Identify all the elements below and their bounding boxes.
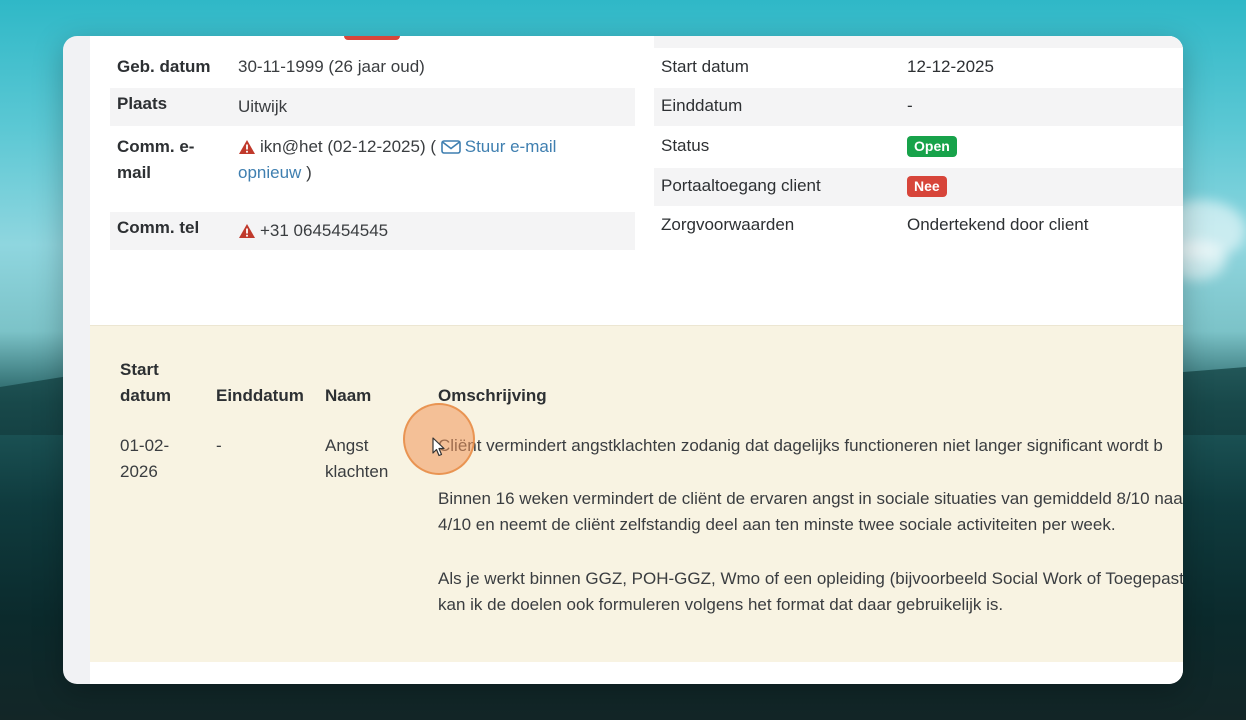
care-terms-label: Zorgvoorwaarden [661, 215, 795, 234]
end-date-value: - [907, 96, 913, 115]
trajectory-row-terms: Zorgvoorwaarden Ondertekend door client [654, 208, 1183, 246]
goal-description-p2-line2: 4/10 en neemt de cliënt zelfstandig deel… [438, 515, 1116, 534]
resend-email-line1: Stuur e-mail [464, 137, 557, 156]
phone-number: +31 0645454545 [260, 221, 389, 240]
birthdate-value: 30-11-1999 (26 jaar oud) [238, 57, 425, 76]
birthdate-label: Geb. datum [117, 57, 211, 76]
trajectory-row-start: Start datum 12-12-2025 [654, 54, 1183, 86]
warning-icon [239, 140, 255, 154]
mouse-pointer-icon [432, 437, 445, 457]
email-label-line2: mail [117, 163, 152, 182]
app-window: Geb. datum 30-11-1999 (26 jaar oud) Plaa… [63, 36, 1183, 684]
portal-access-label: Portaaltoegang client [661, 176, 821, 195]
status-label: Status [661, 136, 710, 155]
email-address: ikn@het (02-12-2025) ( [260, 137, 437, 156]
email-value: ikn@het (02-12-2025) ( Stuur e-mail opnie… [238, 134, 598, 186]
email-close-paren: ) [306, 163, 312, 182]
client-row-email: Comm. e- mail ikn@het (02-12-2025) ( Stu… [110, 130, 635, 206]
envelope-icon [440, 140, 461, 154]
trajectory-row-status: Status Open [654, 128, 1183, 166]
goal-end-date: - [216, 436, 222, 455]
portal-access-badge: Nee [907, 176, 947, 197]
goals-table: Start datum Einddatum Naam Omschrijving … [90, 325, 1183, 662]
trajectory-row-portal: Portaaltoegang client Nee [654, 168, 1183, 206]
goal-description-p2-line1: Binnen 16 weken vermindert de cliënt de … [438, 489, 1183, 508]
care-terms-value: Ondertekend door client [907, 215, 1089, 234]
city-label: Plaats [117, 94, 168, 113]
goal-description-p1: Cliënt vermindert angstklachten zodanig … [438, 436, 1163, 455]
client-row-city: Plaats Uitwijk [110, 88, 635, 126]
cut-off-badge [344, 36, 400, 40]
page-content: Geb. datum 30-11-1999 (26 jaar oud) Plaa… [90, 36, 1183, 684]
goal-name: Angst klachten [325, 436, 389, 481]
trajectory-row-end: Einddatum - [654, 88, 1183, 126]
end-date-label: Einddatum [661, 96, 743, 115]
header-start-date: Start datum [120, 360, 171, 405]
phone-label: Comm. tel [117, 218, 200, 237]
start-date-value: 12-12-2025 [907, 57, 994, 76]
trajectory-row-cutoff [654, 36, 1183, 48]
email-label-line1: Comm. e- [117, 137, 195, 156]
city-value: Uitwijk [238, 97, 288, 116]
header-name: Naam [325, 386, 372, 405]
goal-start-date: 01-02- 2026 [120, 436, 170, 481]
client-row-phone: Comm. tel +31 0645454545 [110, 212, 635, 250]
header-description: Omschrijving [438, 386, 547, 405]
header-end-date: Einddatum [216, 386, 304, 405]
phone-value: +31 0645454545 [238, 218, 388, 244]
client-row-birthdate: Geb. datum 30-11-1999 (26 jaar oud) [110, 54, 635, 86]
email-label: Comm. e- mail [117, 134, 194, 186]
warning-icon [239, 224, 255, 238]
status-badge: Open [907, 136, 957, 157]
goal-description-p3-line1: Als je werkt binnen GGZ, POH-GGZ, Wmo of… [438, 569, 1183, 588]
goal-description-p3-line2: kan ik de doelen ook formuleren volgens … [438, 595, 1004, 614]
start-date-label: Start datum [661, 57, 749, 76]
resend-email-line2: opnieuw [238, 163, 302, 182]
